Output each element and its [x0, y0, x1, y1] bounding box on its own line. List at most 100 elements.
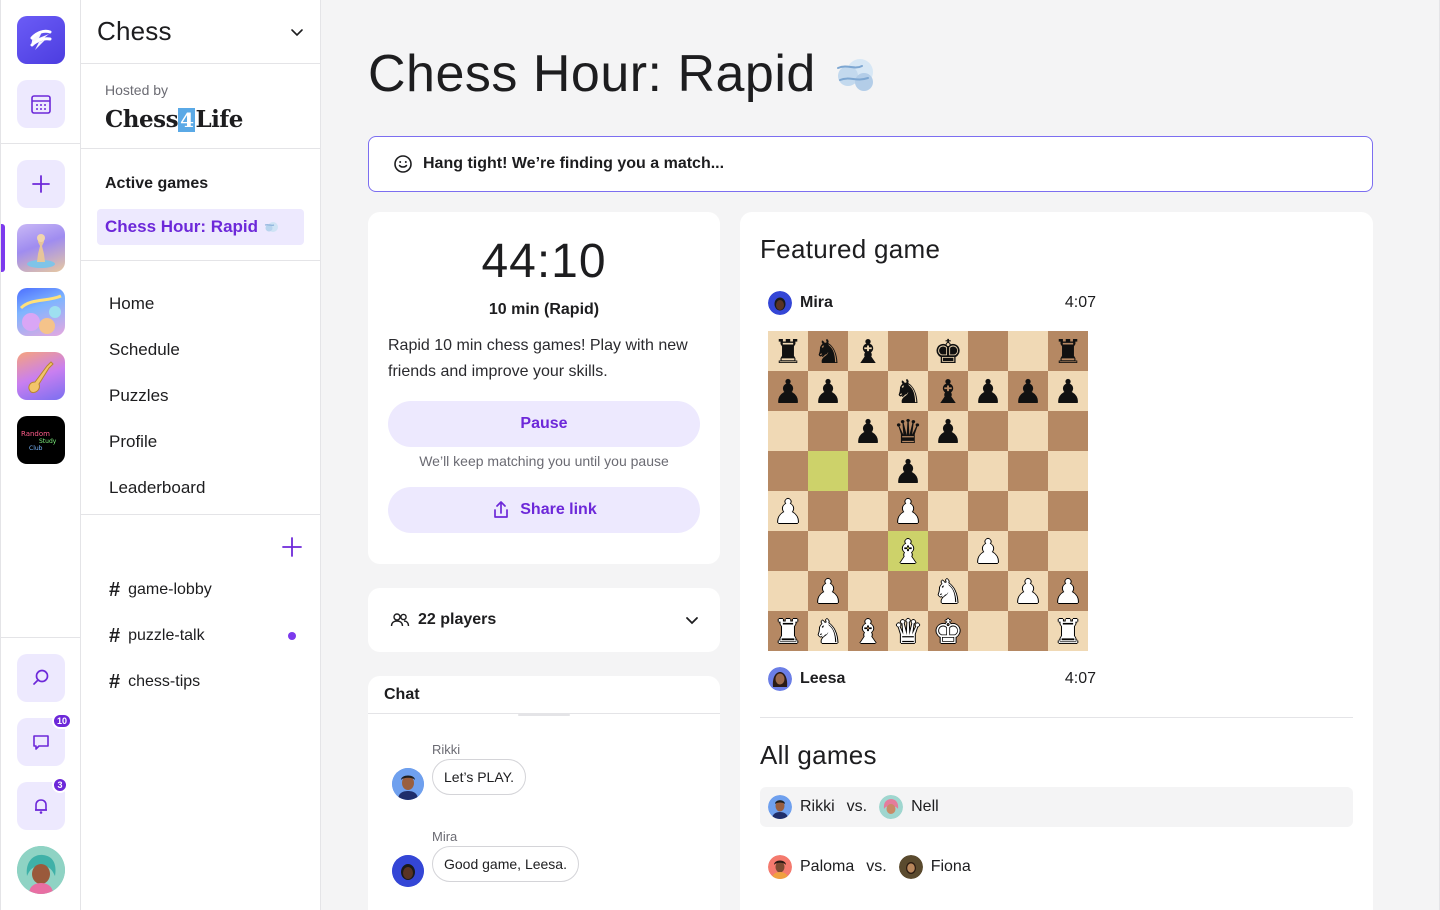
- community-art-icon[interactable]: [17, 288, 65, 336]
- board-square-c5[interactable]: [848, 451, 888, 491]
- board-square-c4[interactable]: [848, 491, 888, 531]
- white-rook-icon[interactable]: ♜: [773, 615, 803, 648]
- share-link-button[interactable]: Share link: [388, 487, 700, 533]
- white-pawn-icon[interactable]: ♟: [893, 495, 923, 528]
- white-king-icon[interactable]: ♚: [933, 615, 963, 648]
- board-square-a8[interactable]: ♜: [768, 331, 808, 371]
- nav-puzzles[interactable]: Puzzles: [81, 373, 320, 419]
- channel-puzzle-talk[interactable]: # puzzle-talk: [81, 613, 320, 659]
- avatar[interactable]: [768, 667, 792, 691]
- user-avatar[interactable]: [17, 846, 65, 894]
- board-square-d5[interactable]: ♟: [888, 451, 928, 491]
- black-king-icon[interactable]: ♚: [933, 335, 963, 368]
- board-square-g4[interactable]: [1008, 491, 1048, 531]
- white-pawn-icon[interactable]: ♟: [813, 575, 843, 608]
- board-square-f8[interactable]: [968, 331, 1008, 371]
- board-square-b7[interactable]: ♟: [808, 371, 848, 411]
- white-knight-icon[interactable]: ♞: [933, 575, 963, 608]
- board-square-c6[interactable]: ♟: [848, 411, 888, 451]
- board-square-c1[interactable]: ♝: [848, 611, 888, 651]
- board-square-f1[interactable]: [968, 611, 1008, 651]
- black-bishop-icon[interactable]: ♝: [933, 375, 963, 408]
- search-icon[interactable]: [17, 654, 65, 702]
- board-square-f3[interactable]: ♟: [968, 531, 1008, 571]
- board-square-h6[interactable]: [1048, 411, 1088, 451]
- board-square-f2[interactable]: [968, 571, 1008, 611]
- black-pawn-icon[interactable]: ♟: [1053, 375, 1083, 408]
- board-square-c3[interactable]: [848, 531, 888, 571]
- black-pawn-icon[interactable]: ♟: [973, 375, 1003, 408]
- pause-button[interactable]: Pause: [388, 401, 700, 447]
- board-square-h5[interactable]: [1048, 451, 1088, 491]
- white-bishop-icon[interactable]: ♝: [853, 615, 883, 648]
- nav-schedule[interactable]: Schedule: [81, 327, 320, 373]
- board-square-f6[interactable]: [968, 411, 1008, 451]
- white-rook-icon[interactable]: ♜: [1053, 615, 1083, 648]
- board-square-a6[interactable]: [768, 411, 808, 451]
- black-queen-icon[interactable]: ♛: [893, 415, 923, 448]
- board-square-h8[interactable]: ♜: [1048, 331, 1088, 371]
- avatar[interactable]: [392, 855, 424, 887]
- add-community-button[interactable]: [17, 160, 65, 208]
- black-knight-icon[interactable]: ♞: [813, 335, 843, 368]
- nav-leaderboard[interactable]: Leaderboard: [81, 465, 320, 511]
- board-square-c7[interactable]: [848, 371, 888, 411]
- white-pawn-icon[interactable]: ♟: [773, 495, 803, 528]
- community-switcher[interactable]: Chess: [81, 0, 320, 64]
- community-chess-icon[interactable]: [17, 224, 65, 272]
- calendar-icon[interactable]: [17, 80, 65, 128]
- board-square-b8[interactable]: ♞: [808, 331, 848, 371]
- board-square-e8[interactable]: ♚: [928, 331, 968, 371]
- board-square-c8[interactable]: ♝: [848, 331, 888, 371]
- board-square-e3[interactable]: [928, 531, 968, 571]
- community-study-club-icon[interactable]: Random Study Club: [17, 416, 65, 464]
- nav-home[interactable]: Home: [81, 281, 320, 327]
- board-square-a3[interactable]: [768, 531, 808, 571]
- black-pawn-icon[interactable]: ♟: [933, 415, 963, 448]
- board-square-h2[interactable]: ♟: [1048, 571, 1088, 611]
- white-bishop-icon[interactable]: ♝: [893, 535, 923, 568]
- board-square-f4[interactable]: [968, 491, 1008, 531]
- board-square-f5[interactable]: [968, 451, 1008, 491]
- players-dropdown[interactable]: 22 players: [368, 588, 720, 652]
- board-square-e6[interactable]: ♟: [928, 411, 968, 451]
- board-square-a4[interactable]: ♟: [768, 491, 808, 531]
- board-square-h1[interactable]: ♜: [1048, 611, 1088, 651]
- app-logo-icon[interactable]: [17, 16, 65, 64]
- black-pawn-icon[interactable]: ♟: [853, 415, 883, 448]
- board-square-g6[interactable]: [1008, 411, 1048, 451]
- white-pawn-icon[interactable]: ♟: [1013, 575, 1043, 608]
- board-square-e4[interactable]: [928, 491, 968, 531]
- black-bishop-icon[interactable]: ♝: [853, 335, 883, 368]
- board-square-b2[interactable]: ♟: [808, 571, 848, 611]
- board-square-g7[interactable]: ♟: [1008, 371, 1048, 411]
- board-square-e2[interactable]: ♞: [928, 571, 968, 611]
- white-queen-icon[interactable]: ♛: [893, 615, 923, 648]
- board-square-f7[interactable]: ♟: [968, 371, 1008, 411]
- board-square-b4[interactable]: [808, 491, 848, 531]
- board-square-a2[interactable]: [768, 571, 808, 611]
- black-pawn-icon[interactable]: ♟: [773, 375, 803, 408]
- board-square-g1[interactable]: [1008, 611, 1048, 651]
- black-knight-icon[interactable]: ♞: [893, 375, 923, 408]
- board-square-e5[interactable]: [928, 451, 968, 491]
- add-channel-plus-icon[interactable]: [280, 535, 304, 559]
- board-square-h4[interactable]: [1048, 491, 1088, 531]
- board-square-g8[interactable]: [1008, 331, 1048, 371]
- board-square-a5[interactable]: [768, 451, 808, 491]
- board-square-b5[interactable]: [808, 451, 848, 491]
- board-square-d6[interactable]: ♛: [888, 411, 928, 451]
- board-square-d3[interactable]: ♝: [888, 531, 928, 571]
- board-square-b6[interactable]: [808, 411, 848, 451]
- board-square-h3[interactable]: [1048, 531, 1088, 571]
- board-square-b3[interactable]: [808, 531, 848, 571]
- black-pawn-icon[interactable]: ♟: [1013, 375, 1043, 408]
- white-pawn-icon[interactable]: ♟: [1053, 575, 1083, 608]
- board-square-c2[interactable]: [848, 571, 888, 611]
- board-square-a7[interactable]: ♟: [768, 371, 808, 411]
- board-square-a1[interactable]: ♜: [768, 611, 808, 651]
- board-square-d7[interactable]: ♞: [888, 371, 928, 411]
- game-row[interactable]: Paloma vs. Fiona: [760, 847, 1353, 887]
- board-square-d2[interactable]: [888, 571, 928, 611]
- board-square-d8[interactable]: [888, 331, 928, 371]
